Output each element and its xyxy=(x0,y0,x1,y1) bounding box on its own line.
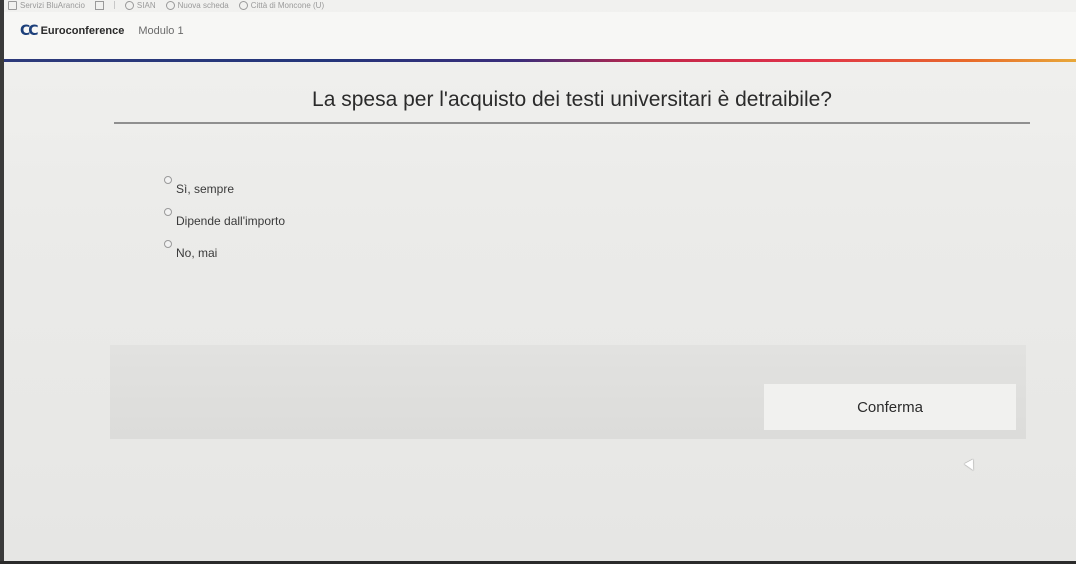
brand-name: Euroconference xyxy=(40,25,125,37)
bookmark-label: Città di Moncone (U) xyxy=(250,0,325,10)
answer-option[interactable]: Sì, sempre xyxy=(164,176,1030,208)
answer-label[interactable]: No, mai xyxy=(176,246,217,260)
bookmark-label: Servizi BluArancio xyxy=(20,0,85,10)
bookmark-servizi-bluarancio[interactable]: Servizi BluArancio xyxy=(8,0,85,10)
folder-icon xyxy=(8,0,17,10)
bookmark-apps[interactable] xyxy=(94,0,104,10)
answer-label[interactable]: Dipende dall'importo xyxy=(176,214,285,228)
bookmark-label: Nuova scheda xyxy=(177,0,229,10)
bookmark-citta[interactable]: Città di Moncone (U) xyxy=(238,0,325,10)
brand[interactable]: CC Euroconference Modulo 1 xyxy=(20,23,184,39)
app-screen: Servizi BluArancio SIAN Nuova scheda Cit… xyxy=(0,0,1076,564)
question-title: La spesa per l'acquisto dei testi univer… xyxy=(114,72,1030,124)
answer-option[interactable]: Dipende dall'importo xyxy=(164,208,1030,240)
bookmark-label: SIAN xyxy=(136,0,156,10)
header-accent-stripe xyxy=(4,59,1076,62)
radio-button[interactable] xyxy=(164,240,172,248)
bookmark-nuova-scheda[interactable]: Nuova scheda xyxy=(165,0,229,10)
bookmark-sian[interactable]: SIAN xyxy=(124,0,156,10)
globe-icon xyxy=(238,0,248,10)
mouse-pointer-icon xyxy=(964,459,978,473)
globe-icon xyxy=(165,0,175,10)
answer-options: Sì, sempre Dipende dall'importo No, mai xyxy=(164,176,1030,272)
euroconference-logo-icon: CC xyxy=(20,23,39,39)
globe-icon xyxy=(124,0,134,10)
screen-bezel xyxy=(0,0,4,564)
module-title: Modulo 1 xyxy=(138,25,184,37)
answer-label[interactable]: Sì, sempre xyxy=(176,182,234,196)
grid-icon xyxy=(94,0,104,10)
bookmarks-bar: Servizi BluArancio SIAN Nuova scheda Cit… xyxy=(8,0,1068,10)
radio-button[interactable] xyxy=(164,208,172,216)
radio-button[interactable] xyxy=(164,176,172,184)
confirm-button[interactable]: Conferma xyxy=(764,384,1016,430)
bookmarks-divider xyxy=(113,1,115,9)
quiz-panel: La spesa per l'acquisto dei testi univer… xyxy=(110,72,1030,272)
answer-option[interactable]: No, mai xyxy=(164,240,1030,272)
